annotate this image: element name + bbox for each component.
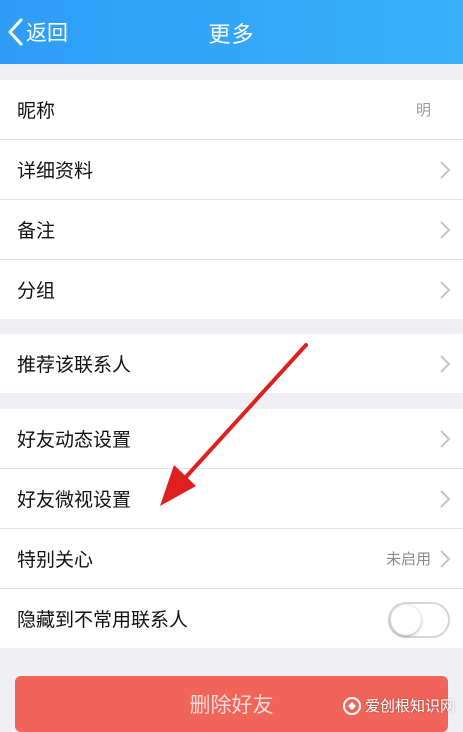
hide-contact-toggle[interactable] (388, 602, 450, 638)
row-label: 备注 (17, 220, 56, 242)
chevron-right-icon (440, 550, 451, 568)
friend-weishi-settings-row[interactable]: 好友微视设置 (0, 469, 463, 529)
chevron-right-icon (440, 161, 451, 179)
chevron-right-icon (440, 430, 451, 448)
friend-feed-settings-row[interactable]: 好友动态设置 (0, 409, 463, 469)
watermark-logo-icon (342, 696, 361, 715)
row-label: 好友微视设置 (17, 489, 132, 511)
row-label: 隐藏到不常用联系人 (17, 609, 189, 631)
special-care-status: 未启用 (385, 550, 431, 568)
chevron-right-icon (440, 490, 451, 508)
special-care-row[interactable]: 特别关心 未启用 (0, 529, 463, 589)
recommend-group: 推荐该联系人 (0, 334, 463, 393)
profile-settings-group: 昵称 明 详细资料 备注 分组 (0, 80, 463, 319)
chevron-right-icon (440, 355, 451, 373)
recommend-contact-row[interactable]: 推荐该联系人 (0, 334, 463, 393)
toggle-knob (391, 605, 421, 635)
friend-settings-group: 好友动态设置 好友微视设置 特别关心 未启用 隐藏到不常用联系人 (0, 409, 463, 648)
row-label: 推荐该联系人 (17, 354, 132, 376)
row-label: 详细资料 (17, 160, 94, 182)
nav-header: 返回 更多 (0, 0, 463, 64)
nickname-value: 明 (415, 101, 431, 119)
group-row[interactable]: 分组 (0, 260, 463, 319)
details-row[interactable]: 详细资料 (0, 140, 463, 200)
chevron-right-icon (440, 281, 451, 299)
page-title: 更多 (208, 23, 255, 48)
row-label: 好友动态设置 (17, 429, 132, 451)
row-label: 分组 (17, 280, 56, 302)
nickname-row[interactable]: 昵称 明 (0, 80, 463, 140)
remark-row[interactable]: 备注 (0, 200, 463, 260)
hide-contact-row: 隐藏到不常用联系人 (0, 589, 463, 648)
chevron-right-icon (440, 221, 451, 239)
row-label: 特别关心 (17, 549, 94, 571)
watermark-text: 爱创根知识网 (364, 697, 455, 715)
watermark: 爱创根知识网 (342, 695, 455, 716)
row-label: 昵称 (17, 100, 56, 122)
